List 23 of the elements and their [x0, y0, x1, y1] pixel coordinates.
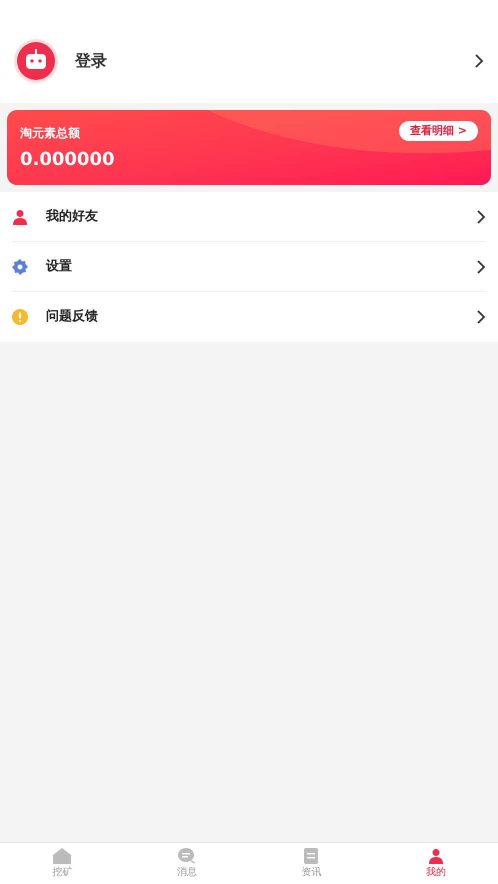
tab-bar-item[interactable]: 挖矿 — [0, 843, 124, 884]
menu-item-label[interactable]: 我的好友 — [46, 206, 98, 226]
chevron-right-icon[interactable] — [474, 52, 484, 68]
alert-icon — [12, 309, 28, 325]
menu-item-label[interactable]: 设置 — [46, 256, 72, 276]
balance-title: 淘元素总额 — [20, 125, 80, 142]
tab-bar-item[interactable]: 我的 — [374, 843, 498, 884]
home-icon — [53, 848, 72, 864]
login-link[interactable]: 登录 — [75, 48, 107, 72]
settings-icon — [12, 258, 28, 274]
balance-amount: 0.000000 — [20, 148, 116, 172]
menu-item-label[interactable]: 问题反馈 — [46, 307, 98, 327]
chevron-right-icon[interactable] — [476, 309, 486, 325]
person-icon — [428, 848, 444, 864]
details-button[interactable]: 查看明细 > — [398, 120, 478, 142]
tab-bar-item[interactable]: 消息 — [124, 843, 249, 884]
person-icon — [12, 208, 28, 224]
robot-avatar-icon — [14, 38, 58, 82]
tab-bar-item[interactable]: 资讯 — [249, 843, 374, 884]
document-icon — [304, 848, 318, 864]
chat-icon — [178, 848, 196, 864]
chevron-right-icon[interactable] — [476, 208, 486, 224]
chevron-right-icon[interactable] — [476, 258, 486, 274]
